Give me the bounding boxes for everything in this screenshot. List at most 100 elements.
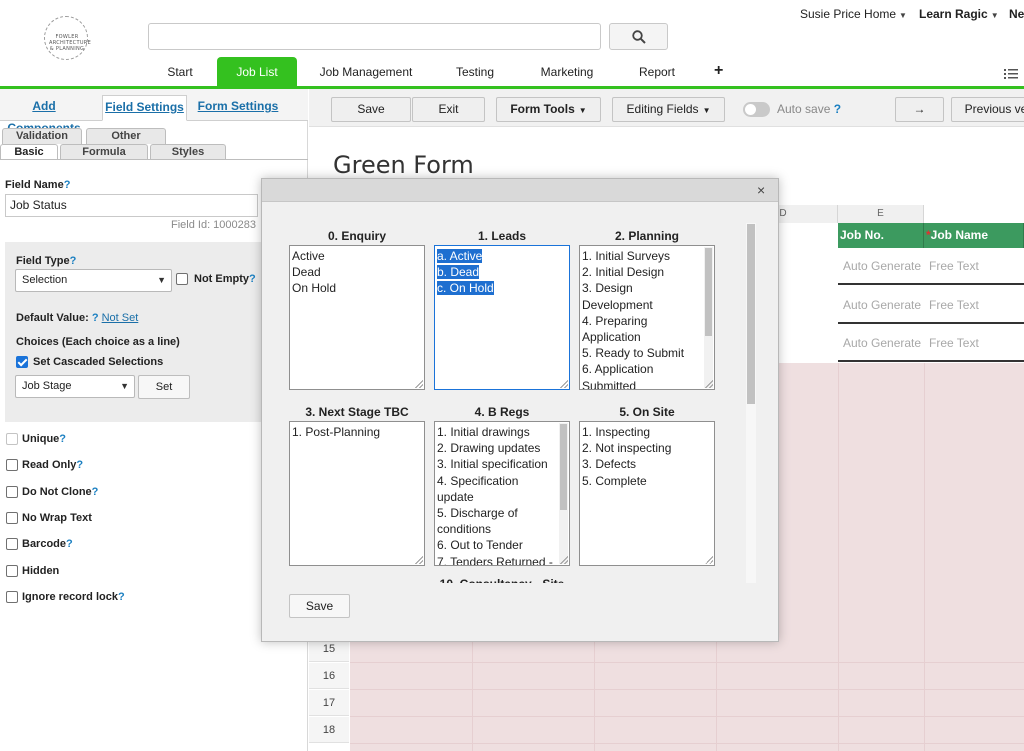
dialog-scrollbar[interactable] xyxy=(746,223,756,583)
user-menu[interactable]: Susie Price Home ▼ xyxy=(800,7,907,21)
stage-choices-textarea[interactable]: Active Dead On Hold xyxy=(289,245,425,390)
save-button[interactable]: Save xyxy=(331,97,411,122)
field-type-select[interactable]: Selection ▼ xyxy=(15,269,172,292)
choice-row: a. Active xyxy=(437,248,569,264)
cell-job-name[interactable]: Free Text xyxy=(924,248,1024,285)
cascaded-checkbox[interactable] xyxy=(16,356,28,368)
previous-version-button[interactable]: Previous ve xyxy=(951,97,1024,122)
stage-choices-textarea[interactable]: 1. Initial Surveys 2. Initial Design 3. De… xyxy=(579,245,715,390)
choice-line: 4. Specification update xyxy=(437,473,519,504)
help-icon[interactable]: ? xyxy=(64,179,71,191)
tab-marketing[interactable]: Marketing xyxy=(532,57,602,87)
tab-field-settings[interactable]: Field Settings xyxy=(102,95,187,121)
cell-job-name[interactable]: Free Text xyxy=(924,287,1024,324)
company-logo[interactable]: FOWLER ARCHITECTURE & PLANNING xyxy=(44,16,91,60)
stage-choices-textarea[interactable]: 1. Initial drawings 2. Drawing updates 3. … xyxy=(434,421,570,566)
read-only-label: Read Only? xyxy=(22,459,83,471)
stage-choices-textarea[interactable]: 1. Post-Planning xyxy=(289,421,425,566)
chevron-down-icon: ▼ xyxy=(578,106,587,115)
resize-grip-icon[interactable] xyxy=(705,556,713,564)
choice-line: c. On Hold xyxy=(437,281,494,296)
dialog-save-button[interactable]: Save xyxy=(289,594,350,618)
read-only-checkbox[interactable] xyxy=(6,459,18,472)
scrollbar-thumb[interactable] xyxy=(747,224,755,404)
top-header: FOWLER ARCHITECTURE & PLANNING Susie Pri… xyxy=(0,0,1024,89)
no-wrap-text-checkbox[interactable] xyxy=(6,511,18,524)
stage-choices-textarea[interactable]: 1. Inspecting 2. Not inspecting 3. Defects… xyxy=(579,421,715,566)
subtab-formula[interactable]: Formula xyxy=(60,144,148,160)
tab-add-components[interactable]: Add Components xyxy=(0,95,90,135)
help-icon[interactable]: ? xyxy=(834,102,841,116)
cell-job-name[interactable]: Free Text xyxy=(924,325,1024,362)
textarea-scrollbar[interactable] xyxy=(704,247,713,388)
ignore-record-lock-checkbox[interactable] xyxy=(6,590,18,603)
search-button[interactable] xyxy=(609,23,668,50)
search-input[interactable] xyxy=(148,23,601,50)
choice-line: 1. Initial drawings xyxy=(437,425,530,439)
cell-job-no[interactable]: Auto Generate xyxy=(838,287,924,324)
learn-menu[interactable]: Learn Ragic ▼ xyxy=(919,7,999,21)
help-icon[interactable]: ? xyxy=(118,591,125,603)
do-not-clone-checkbox[interactable] xyxy=(6,485,18,498)
choice-row: Dead xyxy=(292,264,424,280)
resize-grip-icon[interactable] xyxy=(560,556,568,564)
choice-line: Active xyxy=(292,249,325,263)
resize-grip-icon[interactable] xyxy=(415,380,423,388)
close-icon[interactable]: × xyxy=(757,182,765,198)
resize-grip-icon[interactable] xyxy=(560,380,568,388)
tab-job-list[interactable]: Job List xyxy=(217,57,297,87)
set-button[interactable]: Set xyxy=(138,375,190,399)
header-job-no-label: Job No. xyxy=(840,228,884,242)
next-menu[interactable]: Ne xyxy=(1009,7,1024,21)
help-icon[interactable]: ? xyxy=(66,538,73,550)
form-tools-button[interactable]: Form Tools ▼ xyxy=(496,97,601,122)
resize-grip-icon[interactable] xyxy=(415,556,423,564)
help-icon[interactable]: ? xyxy=(249,273,256,285)
choice-row: c. On Hold xyxy=(437,280,569,296)
tab-report[interactable]: Report xyxy=(632,57,682,87)
choice-line: 3. Initial specification xyxy=(437,457,548,472)
header-job-no[interactable]: Job No. xyxy=(838,223,924,248)
scrollbar-thumb[interactable] xyxy=(705,248,712,336)
help-icon[interactable]: ? xyxy=(76,459,83,471)
tab-form-settings[interactable]: Form Settings xyxy=(196,95,280,121)
editing-fields-button[interactable]: Editing Fields ▼ xyxy=(612,97,725,122)
choice-row: 3. Initial specification xyxy=(437,456,557,472)
plus-icon[interactable]: + xyxy=(714,62,723,80)
grid-line xyxy=(350,743,1024,744)
stage-title: 0. Enquiry xyxy=(327,229,386,243)
barcode-checkbox[interactable] xyxy=(6,538,18,551)
list-icon[interactable] xyxy=(1004,68,1018,80)
cell-job-no[interactable]: Auto Generate xyxy=(838,325,924,362)
help-icon[interactable]: ? xyxy=(92,312,99,324)
subtab-styles[interactable]: Styles xyxy=(150,144,226,160)
tab-start[interactable]: Start xyxy=(158,57,202,87)
stage-title: 5. On Site xyxy=(619,405,675,419)
auto-save-toggle[interactable] xyxy=(743,102,770,117)
not-set-link[interactable]: Not Set xyxy=(102,312,139,324)
cascade-field-select[interactable]: Job Stage ▼ xyxy=(15,375,135,398)
arrow-right-icon[interactable]: → xyxy=(895,97,944,122)
help-icon[interactable]: ? xyxy=(59,433,66,445)
help-icon[interactable]: ? xyxy=(70,255,77,267)
subtab-basic[interactable]: Basic xyxy=(0,144,58,160)
hidden-checkbox[interactable] xyxy=(6,564,18,577)
header-job-name[interactable]: *Job Name xyxy=(924,223,1024,248)
scrollbar-thumb[interactable] xyxy=(560,424,567,510)
cell-job-no[interactable]: Auto Generate xyxy=(838,248,924,285)
help-icon[interactable]: ? xyxy=(92,486,99,498)
not-empty-text: Not Empty xyxy=(194,273,249,285)
field-name-input[interactable]: Job Status xyxy=(5,194,258,217)
subtab-other[interactable]: Other xyxy=(86,128,166,144)
stage-choices-textarea[interactable]: a. Active b. Dead c. On Hold xyxy=(434,245,570,390)
tab-job-management[interactable]: Job Management xyxy=(312,57,420,87)
unique-checkbox[interactable] xyxy=(6,433,18,445)
choice-row: 5. Discharge of conditions xyxy=(437,505,557,537)
tab-testing[interactable]: Testing xyxy=(447,57,503,87)
not-empty-checkbox[interactable] xyxy=(176,273,188,285)
stage-title: 2. Planning xyxy=(614,229,679,243)
exit-button[interactable]: Exit xyxy=(412,97,485,122)
subtab-validation[interactable]: Validation xyxy=(2,128,82,144)
resize-grip-icon[interactable] xyxy=(705,380,713,388)
textarea-scrollbar[interactable] xyxy=(559,423,568,564)
